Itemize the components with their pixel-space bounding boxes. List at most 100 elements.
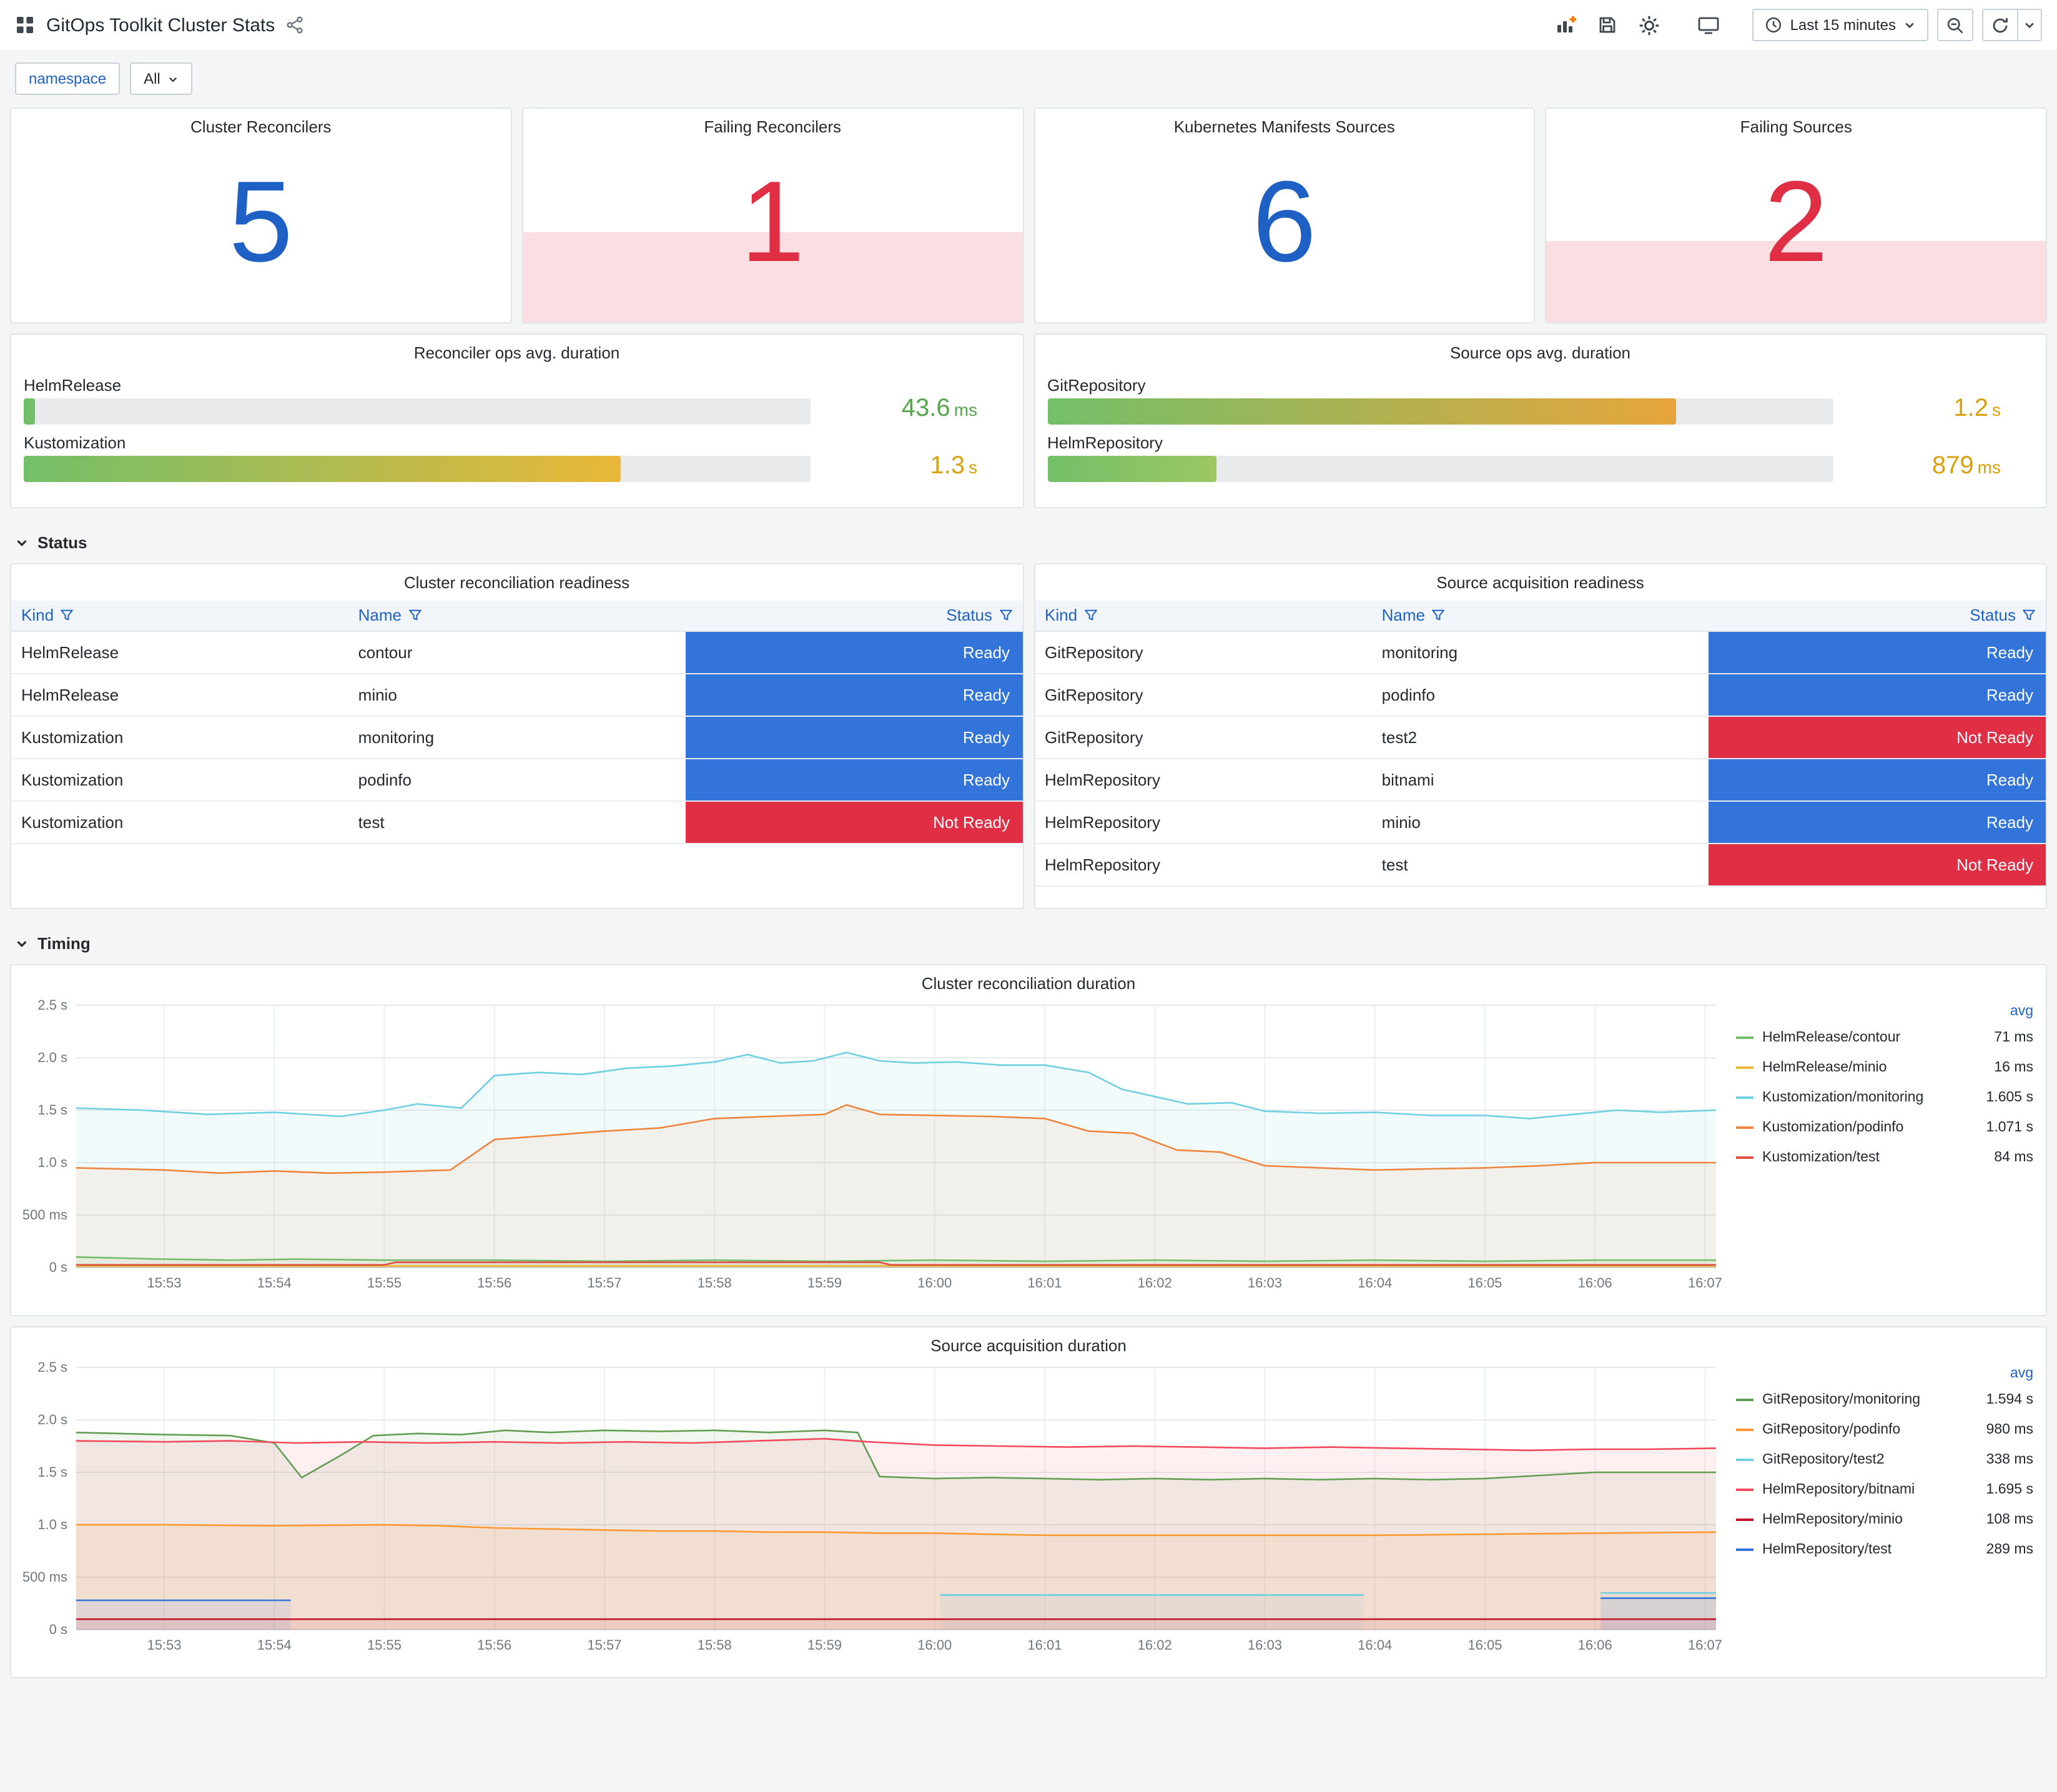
filter-funnel-icon[interactable] bbox=[1431, 609, 1445, 623]
variable-namespace-value-dropdown[interactable]: All bbox=[130, 62, 193, 95]
legend-item-helmrepository-minio[interactable]: HelmRepository/minio 108 ms bbox=[1736, 1505, 2033, 1535]
column-header-inner: Name bbox=[1382, 606, 1445, 625]
chart-legend: avg HelmRelease/contour 71 ms HelmRelease/m… bbox=[1724, 995, 2036, 1301]
legend-avg-value: 108 ms bbox=[1986, 1512, 2033, 1527]
legend-item-helmrepository-bitnami[interactable]: HelmRepository/bitnami 1.695 s bbox=[1736, 1475, 2033, 1505]
panel-title[interactable]: Cluster Reconcilers bbox=[11, 109, 511, 139]
cell-kind: HelmRepository bbox=[1035, 843, 1372, 886]
panel-title[interactable]: Cluster reconciliation readiness bbox=[11, 564, 1022, 594]
legend-item-gitrepository-monitoring[interactable]: GitRepository/monitoring 1.594 s bbox=[1736, 1385, 2033, 1415]
stat-value: 5 bbox=[229, 159, 293, 286]
legend-series-name: Kustomization/monitoring bbox=[1762, 1090, 1924, 1105]
filter-funnel-icon[interactable] bbox=[1083, 609, 1097, 623]
legend-item-kustomization-podinfo[interactable]: Kustomization/podinfo 1.071 s bbox=[1736, 1113, 2033, 1143]
gauge-track bbox=[1047, 398, 1833, 425]
variable-namespace-label[interactable]: namespace bbox=[15, 62, 121, 95]
cell-kind: Kustomization bbox=[11, 716, 348, 759]
save-dashboard-button[interactable] bbox=[1592, 9, 1624, 41]
section-header-status[interactable]: Status bbox=[10, 518, 2047, 563]
x-axis-label: 15:59 bbox=[807, 1637, 842, 1653]
gauge-helmrelease: HelmRelease 43.6 ms bbox=[24, 376, 1010, 425]
dashboard-page: GitOps Toolkit Cluster Stats Last 15 min… bbox=[0, 0, 2057, 1792]
x-axis-label: 16:01 bbox=[1027, 1637, 1062, 1653]
gauge-value-number: 879 bbox=[1931, 452, 1974, 480]
add-panel-button[interactable] bbox=[1551, 9, 1583, 41]
legend-item-helmrelease-minio[interactable]: HelmRelease/minio 16 ms bbox=[1736, 1053, 2033, 1083]
gauge-label: HelmRepository bbox=[1047, 433, 1163, 452]
table-row: HelmRelease minio Ready bbox=[11, 673, 1022, 716]
readiness-table: Kind Name Status GitRepository monitoring Rea… bbox=[1035, 601, 2046, 886]
table-panel-cluster-reconciliation-readiness: Cluster reconciliation readiness Kind Name… bbox=[10, 563, 1024, 909]
table-row: Kustomization podinfo Ready bbox=[11, 758, 1022, 801]
status-badge: Ready bbox=[1709, 674, 2046, 715]
panel-title[interactable]: Source acquisition duration bbox=[11, 1327, 2046, 1357]
column-header-kind[interactable]: Kind bbox=[1035, 601, 1372, 631]
legend-series-name: HelmRepository/test bbox=[1762, 1542, 1892, 1557]
cell-status: Not Ready bbox=[685, 800, 1022, 844]
legend-item-gitrepository-test2[interactable]: GitRepository/test2 338 ms bbox=[1736, 1445, 2033, 1475]
refresh-interval-dropdown[interactable] bbox=[2017, 9, 2042, 41]
table-row: HelmRepository minio Ready bbox=[1035, 800, 2046, 844]
cell-kind: HelmRelease bbox=[11, 631, 348, 674]
column-header-name[interactable]: Name bbox=[348, 601, 686, 631]
legend-item-gitrepository-podinfo[interactable]: GitRepository/podinfo 980 ms bbox=[1736, 1415, 2033, 1445]
panel-title[interactable]: Kubernetes Manifests Sources bbox=[1035, 109, 1534, 139]
panel-title[interactable]: Reconciler ops avg. duration bbox=[11, 335, 1022, 365]
column-header-status[interactable]: Status bbox=[1709, 601, 2046, 631]
cell-kind: GitRepository bbox=[1035, 631, 1372, 674]
x-axis-label: 15:53 bbox=[147, 1637, 181, 1653]
legend-item-kustomization-monitoring[interactable]: Kustomization/monitoring 1.605 s bbox=[1736, 1083, 2033, 1113]
tv-mode-button[interactable] bbox=[1693, 9, 1725, 41]
column-header-kind[interactable]: Kind bbox=[11, 601, 348, 631]
zoom-out-time-button[interactable] bbox=[1937, 9, 1973, 41]
gauge-value: 43.6 ms bbox=[810, 395, 1010, 425]
chevron-down-icon bbox=[15, 937, 29, 950]
column-label: Status bbox=[1970, 606, 2016, 625]
column-header-name[interactable]: Name bbox=[1371, 601, 1709, 631]
stat-value: 1 bbox=[741, 159, 805, 286]
column-label: Name bbox=[358, 606, 402, 625]
gauge-label: Kustomization bbox=[24, 433, 126, 452]
legend-avg-header[interactable]: avg bbox=[1736, 1000, 2033, 1023]
legend-item-kustomization-test[interactable]: Kustomization/test 84 ms bbox=[1736, 1143, 2033, 1173]
x-axis-label: 15:58 bbox=[698, 1637, 732, 1653]
filter-funnel-icon[interactable] bbox=[408, 609, 422, 623]
legend-item-helmrepository-test[interactable]: HelmRepository/test 289 ms bbox=[1736, 1535, 2033, 1565]
panel-title[interactable]: Source acquisition readiness bbox=[1035, 564, 2046, 594]
panel-title[interactable]: Failing Sources bbox=[1547, 109, 2046, 139]
legend-item-helmrelease-contour[interactable]: HelmRelease/contour 71 ms bbox=[1736, 1023, 2033, 1053]
refresh-button[interactable] bbox=[1982, 9, 2017, 41]
panel-title[interactable]: Failing Reconcilers bbox=[523, 109, 1023, 139]
share-icon[interactable] bbox=[286, 16, 303, 34]
panel-title[interactable]: Cluster reconciliation duration bbox=[11, 965, 2046, 995]
y-axis-label: 2.5 s bbox=[37, 997, 67, 1013]
legend-avg-header[interactable]: avg bbox=[1736, 1362, 2033, 1385]
status-badge: Not Ready bbox=[1709, 716, 2046, 757]
column-label: Kind bbox=[21, 606, 54, 625]
legend-series-name: HelmRepository/minio bbox=[1762, 1512, 1903, 1527]
settings-gear-icon[interactable] bbox=[1633, 9, 1665, 41]
status-badge: Ready bbox=[685, 759, 1022, 800]
gauge-panel-reconciler-ops-avg-duration: Reconciler ops avg. duration HelmRelease 4… bbox=[10, 333, 1024, 508]
x-axis-label: 15:57 bbox=[587, 1637, 621, 1653]
cell-name: contour bbox=[348, 631, 686, 674]
gauge-bar-fill bbox=[1047, 398, 1677, 425]
x-axis-label: 16:00 bbox=[917, 1275, 952, 1291]
time-series-plot[interactable]: 0 s 500 ms 1.0 s 1.5 s 2.0 s 2.5 s 15:53 15:54 1… bbox=[21, 1357, 1724, 1663]
panel-title[interactable]: Source ops avg. duration bbox=[1035, 335, 2046, 365]
cell-name: podinfo bbox=[1371, 673, 1709, 716]
column-header-status[interactable]: Status bbox=[685, 601, 1022, 631]
time-range-picker[interactable]: Last 15 minutes bbox=[1752, 9, 1928, 41]
filter-funnel-icon[interactable] bbox=[2022, 609, 2036, 623]
legend-swatch bbox=[1736, 1096, 1754, 1099]
status-tables-row: Cluster reconciliation readiness Kind Name… bbox=[10, 563, 2047, 909]
section-header-timing[interactable]: Timing bbox=[10, 919, 2047, 964]
time-series-plot[interactable]: 0 s 500 ms 1.0 s 1.5 s 2.0 s 2.5 s 15:53 15:54 1… bbox=[21, 995, 1724, 1301]
apps-grid-icon bbox=[15, 15, 35, 35]
filter-funnel-icon[interactable] bbox=[60, 609, 74, 623]
filter-funnel-icon[interactable] bbox=[999, 609, 1012, 623]
stat-value: 2 bbox=[1764, 159, 1828, 286]
gauge-left: Kustomization bbox=[24, 433, 810, 482]
stat-panels-row: Cluster Reconcilers 5 Failing Reconcilers 1… bbox=[10, 107, 2047, 323]
gauge-body: HelmRelease 43.6 ms Kustomization 1.3 s bbox=[11, 365, 1022, 482]
